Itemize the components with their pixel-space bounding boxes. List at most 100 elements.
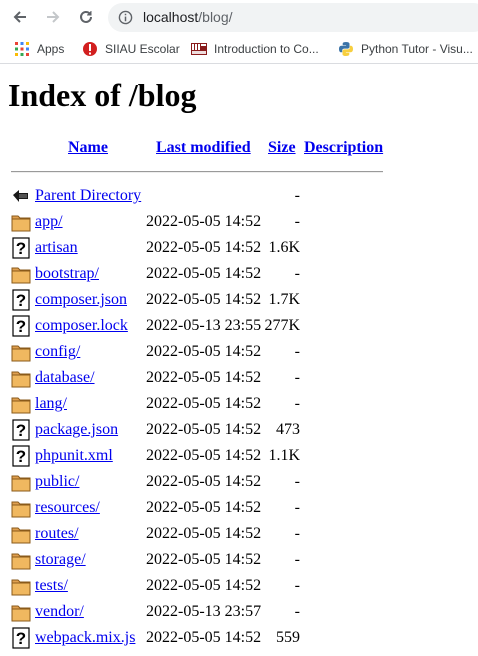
file-link[interactable]: webpack.mix.js — [35, 629, 135, 647]
file-size: - — [294, 265, 300, 282]
file-link[interactable]: artisan — [35, 239, 78, 257]
url-path: /blog/ — [198, 9, 233, 25]
page-title: Index of /blog — [8, 77, 197, 113]
svg-text:?: ? — [16, 317, 26, 336]
url-host: localhost — [143, 9, 199, 25]
unknown-file-icon: ? — [12, 315, 30, 337]
last-modified: 2022-05-05 14:52 — [146, 395, 262, 412]
folder-icon — [11, 501, 31, 518]
bookmark-python-tutor[interactable]: Python Tutor - Visu... — [338, 41, 473, 57]
unknown-file-icon: ? — [12, 289, 30, 311]
header-divider — [11, 171, 383, 173]
url-text[interactable]: localhost/blog/ — [143, 9, 233, 25]
file-link[interactable]: phpunit.xml — [35, 447, 113, 465]
file-link[interactable]: routes/ — [35, 525, 79, 543]
file-link[interactable]: bootstrap/ — [35, 265, 99, 283]
info-icon[interactable] — [118, 10, 133, 25]
file-size: - — [294, 525, 300, 542]
file-link[interactable]: vendor/ — [35, 603, 84, 621]
file-row: ? package.json 2022-05-05 14:52 473 — [0, 417, 478, 443]
file-row: ? composer.json 2022-05-05 14:52 1.7K — [0, 287, 478, 313]
file-link[interactable]: package.json — [35, 421, 118, 439]
file-link[interactable]: composer.json — [35, 291, 127, 309]
forward-button[interactable] — [42, 6, 64, 28]
file-size: 559 — [276, 629, 300, 646]
parent-size: - — [294, 187, 300, 204]
file-link[interactable]: resources/ — [35, 499, 100, 517]
file-row: routes/2022-05-05 14:52 - — [0, 521, 478, 547]
file-link[interactable]: tests/ — [35, 577, 68, 595]
file-row: database/2022-05-05 14:52 - — [0, 365, 478, 391]
folder-icon — [11, 475, 31, 492]
last-modified: 2022-05-05 14:52 — [146, 551, 262, 568]
last-modified: 2022-05-05 14:52 — [146, 239, 262, 256]
file-link[interactable]: config/ — [35, 343, 80, 361]
file-size: - — [294, 577, 300, 594]
bookmarks-bar: Apps SIIAU Escolar Introduction to Co...… — [0, 35, 478, 64]
back-button[interactable] — [9, 6, 31, 28]
folder-icon — [11, 371, 31, 388]
file-row: storage/2022-05-05 14:52 - — [0, 547, 478, 573]
svg-text:?: ? — [16, 291, 26, 310]
address-bar[interactable]: localhost/blog/ — [108, 3, 478, 32]
last-modified: 2022-05-05 14:52 — [146, 421, 262, 438]
last-modified: 2022-05-05 14:52 — [146, 629, 262, 646]
last-modified: 2022-05-13 23:55 — [146, 317, 262, 334]
siiau-icon — [83, 42, 97, 56]
folder-icon — [11, 397, 31, 414]
column-header-size[interactable]: Size — [268, 139, 296, 157]
unknown-file-icon: ? — [12, 627, 30, 649]
folder-icon — [11, 267, 31, 284]
apps-grid-icon — [15, 42, 29, 56]
parent-directory-link[interactable]: Parent Directory — [35, 187, 141, 205]
file-size: 277K — [264, 317, 300, 334]
last-modified: 2022-05-05 14:52 — [146, 447, 262, 464]
file-link[interactable]: database/ — [35, 369, 95, 387]
unknown-file-icon: ? — [12, 419, 30, 441]
folder-icon — [11, 527, 31, 544]
parent-directory-row: Parent Directory - — [0, 183, 478, 209]
bookmark-label: Python Tutor - Visu... — [361, 42, 473, 56]
bookmark-apps[interactable]: Apps — [14, 41, 64, 57]
last-modified: 2022-05-05 14:52 — [146, 577, 262, 594]
column-header-description[interactable]: Description — [304, 139, 383, 157]
reload-button[interactable] — [75, 6, 97, 28]
file-size: - — [294, 551, 300, 568]
bookmark-label: Apps — [37, 42, 65, 56]
bookmark-label: SIIAU Escolar — [105, 42, 180, 56]
browser-toolbar: localhost/blog/ — [0, 0, 478, 35]
bookmark-label: Introduction to Co... — [214, 42, 319, 56]
file-size: - — [294, 395, 300, 412]
bookmark-intro-cs[interactable]: Introduction to Co... — [191, 41, 319, 57]
last-modified: 2022-05-13 23:57 — [146, 603, 262, 620]
file-size: 1.7K — [268, 291, 300, 308]
mit-ocw-icon — [191, 43, 207, 55]
column-header-name[interactable]: Name — [68, 139, 108, 157]
file-size: - — [294, 473, 300, 490]
svg-text:?: ? — [16, 421, 26, 440]
file-link[interactable]: app/ — [35, 213, 63, 231]
back-arrow-icon — [13, 11, 26, 23]
file-size: 473 — [276, 421, 300, 438]
file-link[interactable]: lang/ — [35, 395, 67, 413]
unknown-file-icon: ? — [12, 445, 30, 467]
file-link[interactable]: public/ — [35, 473, 79, 491]
file-row: ? composer.lock 2022-05-13 23:55 277K — [0, 313, 478, 339]
folder-icon — [11, 605, 31, 622]
file-link[interactable]: storage/ — [35, 551, 86, 569]
last-modified: 2022-05-05 14:52 — [146, 343, 262, 360]
svg-text:?: ? — [16, 239, 26, 258]
bookmark-siiau[interactable]: SIIAU Escolar — [82, 41, 180, 57]
column-header-last-modified[interactable]: Last modified — [156, 139, 251, 157]
forward-arrow-icon — [47, 11, 60, 23]
last-modified: 2022-05-05 14:52 — [146, 473, 262, 490]
file-link[interactable]: composer.lock — [35, 317, 128, 335]
file-row: ? artisan 2022-05-05 14:52 1.6K — [0, 235, 478, 261]
file-row: vendor/2022-05-13 23:57 - — [0, 599, 478, 625]
file-size: - — [294, 213, 300, 230]
file-row: lang/2022-05-05 14:52 - — [0, 391, 478, 417]
last-modified: 2022-05-05 14:52 — [146, 265, 262, 282]
file-size: 1.1K — [268, 447, 300, 464]
reload-icon — [80, 10, 92, 23]
last-modified: 2022-05-05 14:52 — [146, 499, 262, 516]
